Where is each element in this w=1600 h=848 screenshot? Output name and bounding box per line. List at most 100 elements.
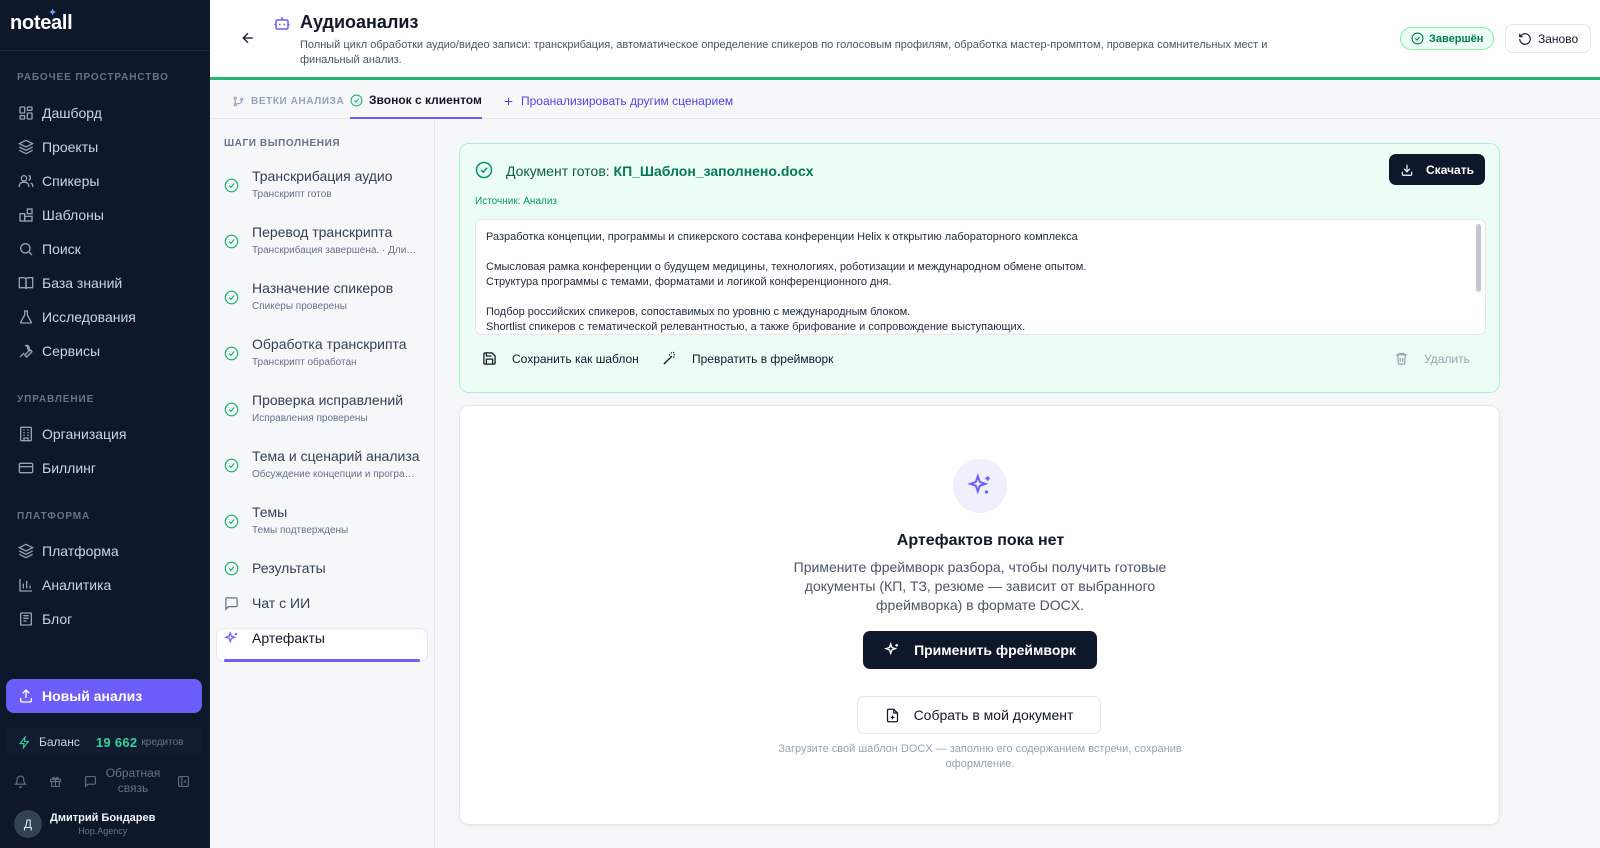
step-description: Спикеры проверены	[252, 301, 347, 312]
check-circle-icon	[224, 178, 239, 193]
step-description: Транскрибация завершена. · Длительность …	[252, 245, 417, 256]
step-name: Обработка транскрипта	[252, 336, 407, 352]
collapse-sidebar-icon[interactable]	[177, 775, 190, 788]
user-profile[interactable]: Д Дмитрий Бондарев Hop.Agency	[14, 810, 155, 838]
back-arrow-icon[interactable]	[240, 30, 256, 46]
analysis-branches-bar: ВЕТКИ АНАЛИЗА Звонок с клиентом Проанали…	[210, 83, 1600, 119]
file-plus-icon	[886, 708, 898, 722]
blocks-icon	[19, 208, 33, 222]
step-name: Перевод транскрипта	[252, 224, 393, 240]
step-name: Артефакты	[252, 630, 325, 646]
page-header: Аудиоанализ Полный цикл обработки аудио/…	[210, 0, 1600, 80]
check-circle-icon	[224, 561, 239, 576]
steps-heading: ШАГИ ВЫПОЛНЕНИЯ	[224, 138, 341, 149]
tab-analyze-other-label: Проанализировать другим сценарием	[521, 94, 734, 108]
document-title: Документ готов: КП_Шаблон_заполнено.docx	[506, 163, 814, 179]
preview-scrollbar[interactable]	[1476, 224, 1481, 292]
dashboard-icon	[19, 106, 33, 120]
bot-icon	[274, 17, 290, 30]
step-name: Проверка исправлений	[252, 392, 404, 408]
sparkles-icon	[224, 631, 238, 644]
app-logo[interactable]: noteall	[10, 12, 73, 35]
new-analysis-button[interactable]: Новый анализ	[6, 679, 202, 713]
plus-icon	[504, 97, 513, 105]
convert-to-framework-label: Превратить в фреймворк	[692, 351, 834, 366]
document-actions: Сохранить как шаблон Превратить в фреймв…	[482, 351, 1472, 371]
balance-widget[interactable]: Баланс 19 662 кредитов	[6, 728, 202, 756]
sidebar-item-projects[interactable]: Проекты	[6, 131, 202, 163]
wrench-icon	[19, 344, 33, 358]
sidebar-item-research[interactable]: Исследования	[6, 301, 202, 333]
sidebar-item-billing[interactable]: Биллинг	[6, 452, 202, 484]
sparkles-icon	[967, 473, 990, 495]
sidebar-item-label: Дашборд	[42, 105, 102, 121]
convert-to-framework-button[interactable]: Превратить в фреймворк	[662, 351, 833, 366]
bell-icon[interactable]	[14, 775, 27, 788]
sparkles-icon	[884, 642, 899, 656]
sidebar-item-speakers[interactable]: Спикеры	[6, 165, 202, 197]
message-icon[interactable]	[84, 775, 97, 788]
sidebar-item-blog[interactable]: Блог	[6, 603, 202, 635]
artifacts-empty-state: Артефактов пока нет Примените фреймворк …	[459, 405, 1500, 825]
sidebar-divider	[0, 50, 210, 51]
step-name: Чат с ИИ	[252, 595, 311, 611]
search-icon	[20, 243, 33, 256]
step-name: Результаты	[252, 560, 326, 576]
section-workspace-heading: РАБОЧЕЕ ПРОСТРАНСТВО	[17, 72, 169, 83]
sidebar-item-knowledge-base[interactable]: База знаний	[6, 267, 202, 299]
restart-button[interactable]: Заново	[1505, 24, 1592, 53]
sidebar-item-services[interactable]: Сервисы	[6, 335, 202, 367]
check-circle-icon	[475, 161, 493, 179]
sidebar-item-organization[interactable]: Организация	[6, 418, 202, 450]
feedback-link[interactable]: Обратная связь	[103, 766, 163, 796]
sidebar-item-label: Спикеры	[42, 173, 100, 189]
balance-unit: кредитов	[141, 736, 184, 748]
avatar: Д	[14, 810, 42, 838]
download-button[interactable]: Скачать	[1389, 154, 1485, 185]
delete-label: Удалить	[1424, 351, 1470, 366]
step-name: Тема и сценарий анализа	[252, 448, 420, 464]
preview-line: Смысловая рамка конференции о будущем ме…	[486, 261, 1087, 273]
collect-into-my-document-button[interactable]: Собрать в мой документ	[857, 696, 1101, 734]
chart-icon	[19, 579, 32, 592]
flask-icon	[19, 310, 33, 324]
preview-line: Разработка концепции, программы и спикер…	[486, 231, 1078, 243]
apply-framework-button[interactable]: Применить фреймворк	[863, 631, 1097, 669]
magic-wand-icon	[663, 351, 676, 365]
sidebar-item-label: Исследования	[42, 309, 136, 325]
layers-icon	[18, 543, 34, 559]
check-circle-icon	[224, 234, 239, 249]
document-source: Источник: Анализ	[475, 196, 558, 207]
sidebar-item-analytics[interactable]: Аналитика	[6, 569, 202, 601]
newspaper-icon	[20, 612, 32, 626]
artifacts-icon-circle	[953, 459, 1007, 513]
document-preview[interactable]: Разработка концепции, программы и спикер…	[475, 219, 1486, 335]
document-ready-card: Документ готов: КП_Шаблон_заполнено.docx…	[459, 143, 1500, 393]
save-as-template-button[interactable]: Сохранить как шаблон	[482, 351, 639, 366]
section-platform-heading: ПЛАТФОРМА	[17, 511, 91, 522]
sidebar-item-templates[interactable]: Шаблоны	[6, 199, 202, 231]
step-description: Исправления проверены	[252, 413, 368, 424]
restart-label: Заново	[1538, 31, 1579, 46]
sidebar-item-search[interactable]: Поиск	[6, 233, 202, 265]
delete-button[interactable]: Удалить	[1394, 351, 1470, 366]
active-step-indicator	[224, 659, 420, 662]
tab-analyze-other-scenario[interactable]: Проанализировать другим сценарием	[502, 83, 733, 119]
tab-branches-text: ВЕТКИ АНАЛИЗА	[251, 95, 345, 107]
status-label: Завершён	[1429, 32, 1484, 45]
balance-label: Баланс	[39, 735, 80, 749]
sidebar-tools: Обратная связь	[14, 765, 198, 797]
sidebar-item-label: Биллинг	[42, 460, 97, 476]
sidebar-item-label: Блог	[42, 611, 73, 627]
step-description: Транскрипт готов	[252, 189, 332, 200]
sidebar-item-label: Проекты	[42, 139, 99, 155]
tab-client-call[interactable]: Звонок с клиентом	[350, 83, 482, 119]
new-analysis-label: Новый анализ	[42, 688, 143, 704]
building-icon	[20, 426, 32, 442]
sidebar-item-label: Платформа	[42, 543, 119, 559]
sidebar-item-dashboard[interactable]: Дашборд	[6, 97, 202, 129]
gift-icon[interactable]	[49, 775, 62, 788]
page-title: Аудиоанализ	[300, 12, 419, 32]
sidebar-item-platform[interactable]: Платформа	[6, 535, 202, 567]
check-circle-icon	[224, 346, 239, 361]
